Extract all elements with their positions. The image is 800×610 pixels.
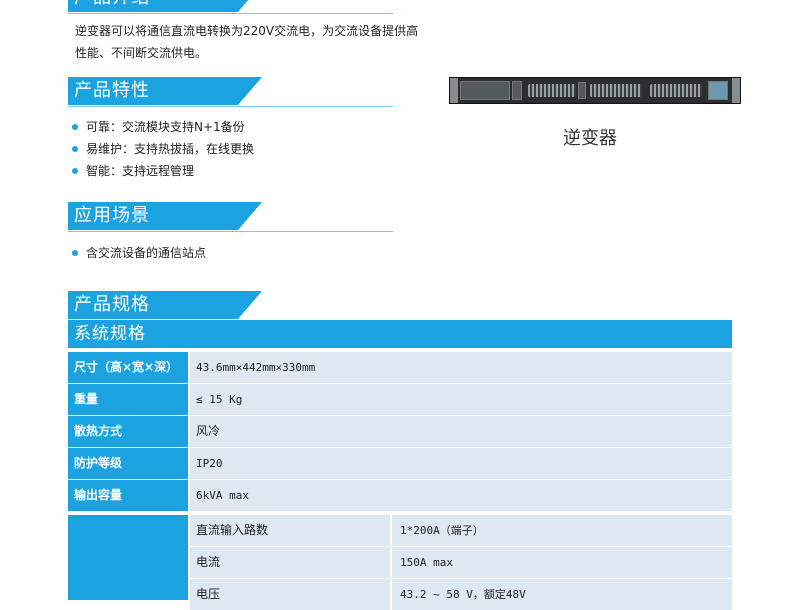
inverter-image bbox=[449, 77, 741, 104]
feature-item: 智能：支持远程管理 bbox=[72, 160, 254, 182]
spec-row: 尺寸（高×宽×深） 43.6mm×442mm×330mm bbox=[68, 352, 732, 383]
dc-input-key: 直流输入路数 bbox=[196, 523, 269, 537]
spec-value: 43.6mm×442mm×330mm bbox=[190, 352, 732, 383]
spec-label: 重量 bbox=[68, 384, 188, 415]
dc-input-row: 电流 150A max bbox=[190, 547, 732, 578]
intro-text-line-1: 逆变器可以将通信直流电转换为220V交流电，为交流设备提供高 bbox=[75, 24, 419, 38]
dc-input-label-cell bbox=[68, 515, 188, 600]
inverter-caption: 逆变器 bbox=[563, 128, 617, 149]
features-header: 产品特性 bbox=[68, 77, 393, 107]
intro-header: 产品介绍 bbox=[68, 0, 393, 14]
dc-input-key: 电压 bbox=[196, 587, 221, 601]
spec-value: ≤ 15 Kg bbox=[190, 384, 732, 415]
specs-header: 产品规格 bbox=[68, 291, 262, 319]
intro-text: 逆变器可以将通信直流电转换为220V交流电，为交流设备提供高 性能、不间断交流供… bbox=[75, 20, 418, 64]
application-item: 含交流设备的通信站点 bbox=[72, 242, 206, 264]
dc-input-value: 1*200A（端子） bbox=[400, 524, 484, 537]
spec-label: 防护等级 bbox=[68, 448, 188, 479]
spec-row: 散热方式 风冷 bbox=[68, 416, 732, 447]
dc-input-key: 电流 bbox=[196, 555, 221, 569]
bullet-icon bbox=[72, 124, 78, 130]
spec-row: 防护等级 IP20 bbox=[68, 448, 732, 479]
spec-row: 重量 ≤ 15 Kg bbox=[68, 384, 732, 415]
feature-item-text: 可靠：交流模块支持N+1备份 bbox=[86, 120, 245, 134]
feature-item-text: 智能：支持远程管理 bbox=[86, 164, 195, 178]
spec-value: IP20 bbox=[190, 448, 732, 479]
specs-header-title: 产品规格 bbox=[74, 294, 150, 315]
dc-input-row: 电压 43.2 ~ 58 V，额定48V bbox=[190, 579, 732, 610]
dc-input-value: 150A max bbox=[400, 556, 453, 569]
applications-header: 应用场景 bbox=[68, 202, 393, 232]
spec-label: 尺寸（高×宽×深） bbox=[68, 352, 188, 383]
intro-header-title: 产品介绍 bbox=[68, 0, 150, 8]
features-list: 可靠：交流模块支持N+1备份 易维护：支持热拔插，在线更换 智能：支持远程管理 bbox=[72, 116, 254, 182]
feature-item: 易维护：支持热拔插，在线更换 bbox=[72, 138, 254, 160]
intro-text-line-2: 性能、不间断交流供电。 bbox=[75, 46, 208, 60]
feature-item-text: 易维护：支持热拔插，在线更换 bbox=[86, 142, 255, 156]
spec-label: 输出容量 bbox=[68, 480, 188, 511]
applications-header-title: 应用场景 bbox=[74, 205, 150, 226]
spec-label: 散热方式 bbox=[68, 416, 188, 447]
application-item-text: 含交流设备的通信站点 bbox=[86, 246, 207, 260]
dc-input-block: 直流输入路数 1*200A（端子） 电流 150A max 电压 43.2 ~ … bbox=[68, 515, 732, 610]
feature-item: 可靠：交流模块支持N+1备份 bbox=[72, 116, 254, 138]
spec-value: 6kVA max bbox=[190, 480, 732, 511]
spec-table-title: 系统规格 bbox=[68, 320, 732, 348]
bullet-icon bbox=[72, 146, 78, 152]
dc-input-value: 43.2 ~ 58 V，额定48V bbox=[400, 588, 526, 601]
bullet-icon bbox=[72, 168, 78, 174]
spec-row: 输出容量 6kVA max bbox=[68, 480, 732, 511]
dc-input-row: 直流输入路数 1*200A（端子） bbox=[190, 515, 732, 546]
features-header-title: 产品特性 bbox=[74, 80, 150, 101]
spec-value: 风冷 bbox=[190, 416, 732, 447]
bullet-icon bbox=[72, 250, 78, 256]
applications-list: 含交流设备的通信站点 bbox=[72, 242, 206, 264]
